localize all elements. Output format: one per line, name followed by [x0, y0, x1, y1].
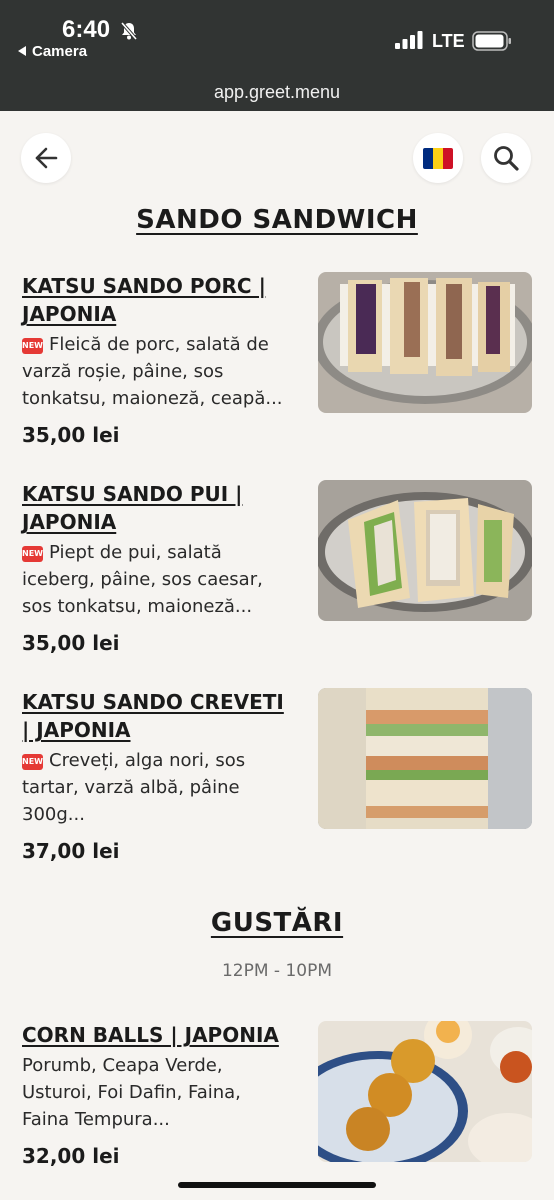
back-app-label: Camera [32, 43, 88, 60]
section-hours: 12PM - 10PM [221, 961, 333, 981]
menu-item-price: 35,00 lei [22, 423, 120, 447]
network-type: LTE [432, 31, 465, 51]
menu-item[interactable]: KATSU SANDO PUI | JAPONIA NEW Piept de pu… [22, 480, 532, 660]
menu-item-text: KATSU SANDO PORC | JAPONIA NEW Fleică de … [22, 272, 302, 447]
romania-flag-icon [423, 147, 453, 169]
menu-item[interactable]: CORN BALLS | JAPONIA Porumb, Ceapa Verde… [22, 1021, 532, 1171]
bell-muted-icon [120, 21, 138, 41]
back-triangle-icon [18, 46, 26, 56]
new-badge-icon: NEW [22, 546, 43, 562]
menu-item[interactable]: KATSU SANDO PORC | JAPONIA NEW Fleică de … [22, 272, 532, 452]
menu-item[interactable]: KATSU SANDO CREVETI | JAPONIA NEW Creveți… [22, 688, 532, 868]
battery-icon [472, 31, 511, 51]
menu-item-photo[interactable] [318, 480, 532, 621]
new-badge-icon: NEW [22, 338, 43, 354]
menu-item-name[interactable]: KATSU SANDO CREVETI | JAPONIA [22, 688, 302, 744]
section-title: GUSTĂRI [210, 908, 344, 938]
browser-chrome: 6:40 Camera LTE app.greet.menu [0, 0, 554, 111]
cellular-signal-icon [395, 31, 423, 49]
search-button[interactable] [481, 133, 531, 183]
back-button[interactable] [21, 133, 71, 183]
menu-item-price: 35,00 lei [22, 631, 120, 655]
menu-item-text: KATSU SANDO CREVETI | JAPONIA NEW Creveți… [22, 688, 302, 863]
menu-item-photo[interactable] [318, 1021, 532, 1162]
menu-item-price: 37,00 lei [22, 839, 120, 863]
back-to-camera-link[interactable]: Camera [18, 43, 87, 60]
menu-item-name[interactable]: CORN BALLS | JAPONIA [22, 1021, 302, 1049]
new-badge-icon: NEW [22, 754, 43, 770]
menu-item-photo[interactable] [318, 272, 532, 413]
menu-item-description: NEW Creveți, alga nori, sos tartar, varză… [22, 750, 246, 825]
home-indicator[interactable] [178, 1182, 376, 1188]
menu-item-text: KATSU SANDO PUI | JAPONIA NEW Piept de pu… [22, 480, 302, 655]
section-title: SANDO SANDWICH [136, 205, 418, 235]
menu-item-text: CORN BALLS | JAPONIA Porumb, Ceapa Verde… [22, 1021, 302, 1168]
address-bar-url[interactable]: app.greet.menu [0, 82, 554, 103]
menu-item-photo[interactable] [318, 688, 532, 829]
arrow-left-icon [35, 147, 58, 169]
menu-item-name[interactable]: KATSU SANDO PUI | JAPONIA [22, 480, 302, 536]
menu-item-price: 32,00 lei [22, 1144, 120, 1168]
menu-item-description: NEW Fleică de porc, salată de varză roșie… [22, 334, 283, 409]
menu-item-name[interactable]: KATSU SANDO PORC | JAPONIA [22, 272, 302, 328]
language-button[interactable] [413, 133, 463, 183]
menu-item-description: NEW Piept de pui, salată iceberg, pâine, … [22, 542, 263, 617]
status-time: 6:40 [62, 16, 111, 43]
menu-item-description: Porumb, Ceapa Verde, Usturoi, Foi Dafin,… [22, 1055, 241, 1130]
search-icon [494, 146, 519, 171]
